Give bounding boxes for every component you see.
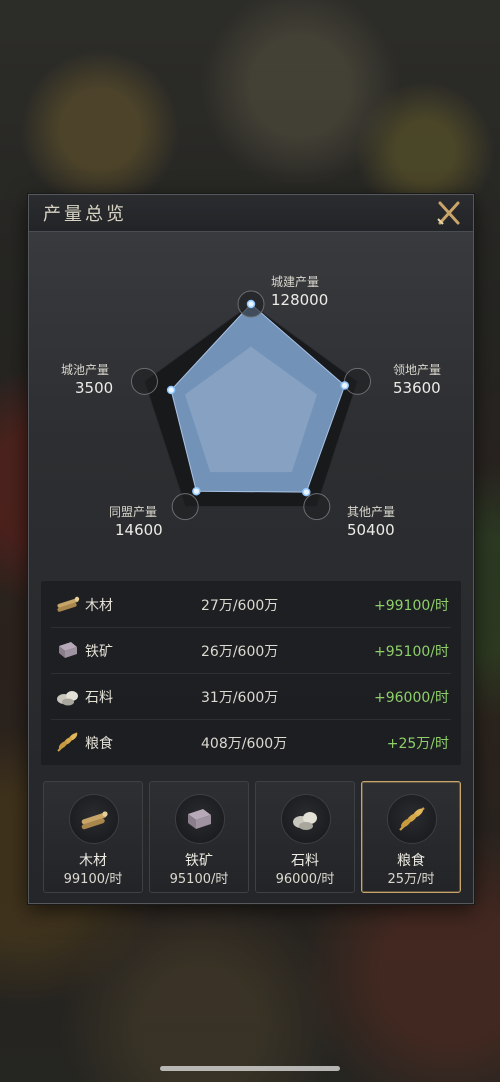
row-rate: +96000/时 xyxy=(374,690,449,706)
card-icon-circle xyxy=(387,794,437,844)
table-row-iron: 铁矿 26万/600万 +95100/时 xyxy=(41,627,461,673)
radar-vertex-ring xyxy=(344,367,372,395)
row-rate: +95100/时 xyxy=(374,644,449,660)
production-overview-panel: 产量总览 城建产量 128000 领地产量 53600 其他产量 50400 同… xyxy=(28,194,474,904)
resource-card-stone[interactable]: 石料 96000/时 xyxy=(255,781,355,893)
home-indicator[interactable] xyxy=(160,1066,340,1071)
row-name: 粮食 xyxy=(85,736,113,752)
row-amount: 31万/600万 xyxy=(201,690,279,706)
radar-label-alliance: 同盟产量 xyxy=(109,505,158,519)
card-name: 铁矿 xyxy=(185,853,213,869)
resource-table: 木材 27万/600万 +99100/时 铁矿 26万/600万 +95100/… xyxy=(41,581,461,765)
card-icon-circle xyxy=(281,794,331,844)
radar-value-territory: 53600 xyxy=(393,379,441,397)
card-rate: 99100/时 xyxy=(63,872,123,887)
card-name: 粮食 xyxy=(397,853,425,869)
row-name: 石料 xyxy=(85,690,113,706)
wood-icon xyxy=(57,596,80,612)
close-icon[interactable] xyxy=(435,199,463,227)
resource-card-wood[interactable]: 木材 99100/时 xyxy=(43,781,143,893)
table-row-wood: 木材 27万/600万 +99100/时 xyxy=(41,581,461,627)
radar-vertex-ring xyxy=(303,493,331,521)
resource-card-iron[interactable]: 铁矿 95100/时 xyxy=(149,781,249,893)
card-rate: 25万/时 xyxy=(387,872,435,887)
row-amount: 27万/600万 xyxy=(201,598,279,614)
radar-chart: 城建产量 128000 领地产量 53600 其他产量 50400 同盟产量 1… xyxy=(29,231,473,571)
radar-label-other: 其他产量 xyxy=(347,505,396,519)
grain-icon xyxy=(57,732,78,752)
card-name: 石料 xyxy=(291,853,319,869)
card-rate: 96000/时 xyxy=(275,872,335,887)
row-rate: +25万/时 xyxy=(386,736,449,752)
card-rate: 95100/时 xyxy=(169,872,229,887)
card-icon-circle xyxy=(175,794,225,844)
row-name: 木材 xyxy=(85,598,113,614)
radar-vertex-ring xyxy=(171,493,199,521)
row-amount: 408万/600万 xyxy=(201,736,288,752)
row-amount: 26万/600万 xyxy=(201,644,279,660)
table-row-grain: 粮食 408万/600万 +25万/时 xyxy=(41,719,461,765)
radar-vertex-ring xyxy=(130,367,158,395)
radar-value-alliance: 14600 xyxy=(115,521,163,539)
panel-title: 产量总览 xyxy=(43,204,127,225)
wood-icon xyxy=(81,811,108,830)
stone-icon xyxy=(293,812,317,830)
radar-value-city-build: 128000 xyxy=(271,291,329,309)
radar-chart-graphic xyxy=(130,290,372,521)
iron-ore-icon xyxy=(188,809,211,829)
card-name: 木材 xyxy=(79,853,107,869)
radar-label-territory: 领地产量 xyxy=(393,363,442,377)
radar-value-other: 50400 xyxy=(347,521,395,539)
radar-label-city-build: 城建产量 xyxy=(271,275,320,289)
iron-ore-icon xyxy=(59,642,77,658)
table-row-stone: 石料 31万/600万 +96000/时 xyxy=(41,673,461,719)
radar-data-point xyxy=(246,299,256,309)
radar-data-point xyxy=(166,385,176,395)
radar-data-point xyxy=(192,486,201,496)
row-name: 铁矿 xyxy=(85,644,113,660)
resource-card-grain[interactable]: 粮食 25万/时 xyxy=(361,781,461,893)
radar-label-city-pool: 城池产量 xyxy=(61,363,110,377)
row-rate: +99100/时 xyxy=(374,598,449,614)
radar-data-point xyxy=(302,487,311,497)
radar-value-city-pool: 3500 xyxy=(75,379,114,397)
panel-title-bar: 产量总览 xyxy=(29,195,473,232)
card-icon-circle xyxy=(69,794,119,844)
grain-icon xyxy=(399,807,425,831)
stone-icon xyxy=(57,691,78,706)
radar-data-point xyxy=(340,381,349,390)
